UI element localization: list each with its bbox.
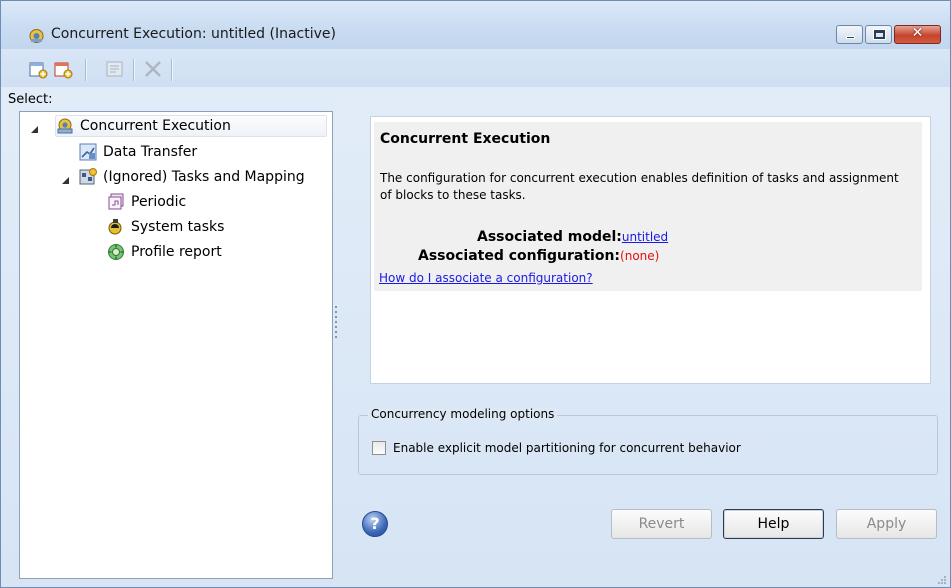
collapse-arrow-icon[interactable]	[62, 173, 69, 184]
minimize-button[interactable]	[836, 25, 863, 44]
title-bar[interactable]: Concurrent Execution: untitled (Inactive…	[1, 1, 950, 49]
tree-item-concurrent-execution[interactable]: Concurrent Execution	[55, 115, 327, 137]
associated-model-label: Associated model:	[477, 229, 622, 245]
toolbar-separator	[171, 59, 172, 81]
tree-item-label: Periodic	[131, 194, 187, 210]
toolbar-separator	[133, 59, 134, 81]
tree-view[interactable]: Concurrent Execution Data Transfer (Igno…	[19, 111, 333, 579]
periodic-icon	[107, 193, 125, 211]
tree-item-label: Profile report	[131, 244, 222, 260]
tree-item-label: Data Transfer	[103, 144, 198, 160]
app-icon	[28, 27, 45, 44]
properties-icon[interactable]	[105, 59, 125, 79]
main-window: Concurrent Execution: untitled (Inactive…	[0, 0, 951, 588]
tasks-mapping-icon	[79, 168, 97, 186]
tree-item-label: Concurrent Execution	[80, 118, 231, 134]
explicit-partitioning-label[interactable]: Enable explicit model partitioning for c…	[393, 441, 741, 455]
profile-report-icon	[107, 243, 125, 261]
collapse-arrow-icon[interactable]	[31, 122, 38, 133]
concurrency-options-label: Concurrency modeling options	[368, 407, 558, 421]
explicit-partitioning-checkbox[interactable]	[372, 441, 386, 455]
associate-configuration-help-link[interactable]: How do I associate a configuration?	[379, 271, 593, 285]
associated-model-row: Associated model:untitled	[477, 229, 668, 245]
close-icon: ✕	[911, 25, 924, 41]
associated-configuration-row: Associated configuration:(none)	[418, 248, 659, 264]
tree-item-profile-report[interactable]: Profile report	[107, 241, 222, 263]
tree-item-system-tasks[interactable]: System tasks	[107, 216, 224, 238]
toolbar-separator	[85, 59, 86, 81]
help-button[interactable]: Help	[723, 509, 824, 539]
panel-splitter[interactable]	[335, 306, 338, 342]
info-panel-content: Concurrent Execution The configuration f…	[374, 122, 922, 291]
info-title: Concurrent Execution	[380, 131, 551, 147]
info-description: The configuration for concurrent executi…	[380, 171, 899, 202]
info-panel: Concurrent Execution The configuration f…	[370, 116, 931, 384]
minimize-icon	[846, 36, 855, 39]
close-button[interactable]: ✕	[894, 25, 941, 44]
revert-button[interactable]: Revert	[611, 509, 712, 539]
resize-grip-icon[interactable]	[936, 573, 946, 584]
tree-item-data-transfer[interactable]: Data Transfer	[79, 141, 197, 163]
tree-item-periodic[interactable]: Periodic	[107, 191, 186, 213]
maximize-button[interactable]	[865, 25, 892, 44]
tree-item-tasks-and-mapping[interactable]: (Ignored) Tasks and Mapping	[79, 166, 305, 188]
delete-icon[interactable]	[143, 59, 163, 79]
tree-item-label: (Ignored) Tasks and Mapping	[103, 169, 305, 185]
tree-item-label: System tasks	[131, 219, 225, 235]
concurrent-execution-icon	[56, 117, 74, 135]
associated-configuration-value: (none)	[620, 249, 660, 263]
add-task-icon[interactable]	[28, 59, 48, 79]
system-tasks-icon	[107, 218, 125, 236]
apply-button[interactable]: Apply	[836, 509, 937, 539]
data-transfer-icon	[79, 143, 97, 161]
help-question-icon[interactable]: ?	[362, 511, 388, 537]
toolbar	[1, 49, 950, 87]
select-label: Select:	[8, 92, 53, 107]
associated-model-link[interactable]: untitled	[622, 230, 668, 244]
maximize-icon	[874, 30, 885, 39]
window-title: Concurrent Execution: untitled (Inactive…	[51, 26, 336, 42]
associated-configuration-label: Associated configuration:	[418, 248, 621, 264]
add-periodic-icon[interactable]	[53, 59, 73, 79]
